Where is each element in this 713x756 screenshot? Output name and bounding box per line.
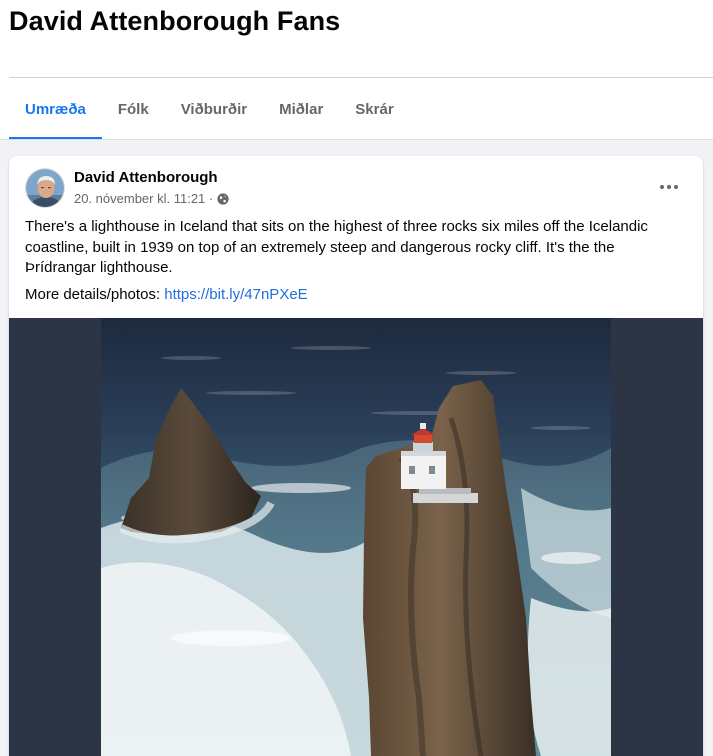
group-tabs: Umræða Fólk Viðburðir Miðlar Skrár bbox=[9, 78, 410, 140]
ellipsis-icon bbox=[660, 185, 678, 189]
post-author[interactable]: David Attenborough bbox=[74, 169, 218, 186]
lighthouse-photo[interactable] bbox=[101, 318, 611, 756]
post-timestamp[interactable]: 20. nóvember kl. 11:21 · bbox=[74, 191, 213, 206]
tab-events[interactable]: Viðburðir bbox=[165, 78, 263, 140]
post-options-button[interactable] bbox=[651, 176, 687, 198]
post-meta: 20. nóvember kl. 11:21 · bbox=[74, 191, 229, 206]
post-card: David Attenborough 20. nóvember kl. 11:2… bbox=[9, 156, 703, 756]
avatar-image bbox=[26, 169, 64, 207]
tab-media[interactable]: Miðlar bbox=[263, 78, 339, 140]
post-text: There's a lighthouse in Iceland that sit… bbox=[25, 218, 648, 276]
header-bottom-border bbox=[0, 139, 713, 140]
tab-people[interactable]: Fólk bbox=[102, 78, 165, 140]
globe-icon bbox=[217, 192, 229, 205]
post-link[interactable]: https://bit.ly/47nPXeE bbox=[164, 286, 307, 303]
tab-files[interactable]: Skrár bbox=[339, 78, 409, 140]
avatar[interactable] bbox=[25, 168, 65, 208]
post-link-line: More details/photos: https://bit.ly/47nP… bbox=[25, 286, 308, 303]
post-link-prefix: More details/photos: bbox=[25, 286, 165, 303]
group-title[interactable]: David Attenborough Fans bbox=[9, 6, 340, 37]
post-media[interactable] bbox=[9, 318, 703, 756]
tab-discussion[interactable]: Umræða bbox=[9, 78, 102, 140]
group-header: David Attenborough Fans Umræða Fólk Viðb… bbox=[0, 0, 713, 140]
